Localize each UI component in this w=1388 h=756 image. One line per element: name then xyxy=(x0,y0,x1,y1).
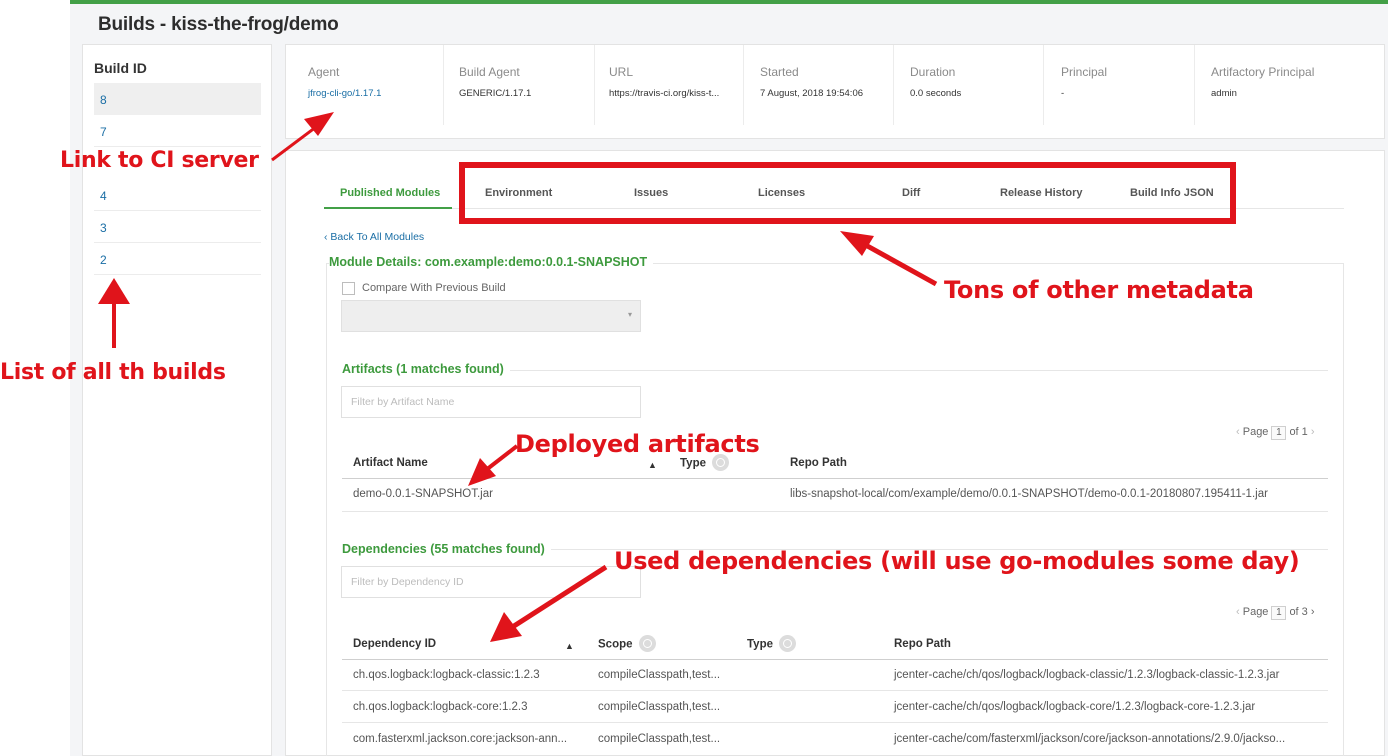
tab-environment[interactable]: Environment xyxy=(485,187,552,199)
col-dep-type-label: Type xyxy=(747,638,773,651)
compare-label: Compare With Previous Build xyxy=(362,282,506,294)
active-tab-underline xyxy=(324,207,452,209)
dependency-repo-path-cell: jcenter-cache/com/fasterxml/jackson/core… xyxy=(894,733,1286,745)
col-scope[interactable]: Scope xyxy=(598,635,656,653)
sort-asc-icon[interactable]: ▲ xyxy=(648,460,657,470)
info-duration: Duration 0.0 seconds xyxy=(910,45,1044,125)
info-label: Principal xyxy=(1061,65,1108,79)
pager-prefix: Page xyxy=(1242,426,1269,438)
filter-icon[interactable] xyxy=(779,635,796,652)
annotation-builds-list: List of all th builds xyxy=(0,360,226,385)
info-value: GENERIC/1.17.1 xyxy=(459,88,532,99)
page-number-input[interactable]: 1 xyxy=(1271,606,1287,620)
info-label: URL xyxy=(609,65,634,79)
next-page-icon[interactable]: › xyxy=(1311,606,1315,618)
prev-page-icon[interactable]: ‹ xyxy=(1236,606,1240,618)
artifact-repo-path-cell: libs-snapshot-local/com/example/demo/0.0… xyxy=(790,488,1268,500)
info-principal: Principal - xyxy=(1061,45,1195,125)
artifact-filter-input[interactable] xyxy=(341,386,641,418)
info-label: Agent xyxy=(308,65,340,79)
chevron-down-icon: ▾ xyxy=(627,310,632,319)
dependency-repo-path-cell: jcenter-cache/ch/qos/logback/logback-cla… xyxy=(894,669,1280,681)
dependency-filter-input[interactable] xyxy=(341,566,641,598)
info-value: - xyxy=(1061,88,1065,99)
pager-prefix: Page xyxy=(1242,606,1269,618)
dependency-id-cell: ch.qos.logback:logback-classic:1.2.3 xyxy=(353,669,540,681)
col-type-label: Type xyxy=(680,457,706,470)
table-header-line xyxy=(342,478,1328,479)
col-dep-repo-path[interactable]: Repo Path xyxy=(894,638,951,650)
annotation-metadata: Tons of other metadata xyxy=(944,276,1254,304)
annotation-dependencies: Used dependencies (will use go-modules s… xyxy=(614,547,1300,575)
sort-asc-icon[interactable]: ▲ xyxy=(565,641,574,651)
build-item-3[interactable]: 3 xyxy=(94,211,261,243)
dependencies-pager: ‹ Page 1 of 3 › xyxy=(1236,606,1315,620)
col-dependency-id[interactable]: Dependency ID xyxy=(353,638,436,650)
annotation-artifacts: Deployed artifacts xyxy=(515,430,760,458)
module-fieldset xyxy=(326,263,1344,756)
page-title: Builds - kiss-the-frog/demo xyxy=(98,14,339,35)
filter-icon[interactable] xyxy=(638,635,656,652)
col-artifact-name[interactable]: Artifact Name xyxy=(353,457,428,469)
annotation-ci-link: Link to CI server xyxy=(60,148,259,173)
info-build-agent: Build Agent GENERIC/1.17.1 xyxy=(459,45,595,125)
dependency-scope-cell: compileClasspath,test... xyxy=(598,701,721,713)
tab-diff[interactable]: Diff xyxy=(902,187,920,199)
back-to-modules-link[interactable]: ‹ Back To All Modules xyxy=(324,231,424,243)
module-details-card: Published Modules Environment Issues Lic… xyxy=(285,150,1385,756)
agent-link[interactable]: jfrog-cli-go/1.17.1 xyxy=(308,88,443,99)
prev-page-icon[interactable]: ‹ xyxy=(1236,426,1240,438)
build-item-8[interactable]: 8 xyxy=(94,83,261,115)
pager-suffix: of 1 xyxy=(1289,426,1308,438)
dependency-id-cell: ch.qos.logback:logback-core:1.2.3 xyxy=(353,701,528,713)
col-repo-path[interactable]: Repo Path xyxy=(790,457,847,469)
table-header-line xyxy=(342,659,1328,660)
module-details-title: Module Details: com.example:demo:0.0.1-S… xyxy=(329,255,654,269)
artifact-name-cell: demo-0.0.1-SNAPSHOT.jar xyxy=(353,488,493,500)
row-divider xyxy=(342,511,1328,512)
page-number-input[interactable]: 1 xyxy=(1271,426,1287,440)
next-page-icon[interactable]: › xyxy=(1311,426,1315,438)
info-agent: Agent jfrog-cli-go/1.17.1 xyxy=(308,45,444,125)
tab-licenses[interactable]: Licenses xyxy=(758,187,805,199)
dependency-repo-path-cell: jcenter-cache/ch/qos/logback/logback-cor… xyxy=(894,701,1256,713)
compare-checkbox[interactable] xyxy=(342,282,355,295)
compare-build-select[interactable]: ▾ xyxy=(341,300,641,332)
pager-suffix: of 3 xyxy=(1289,606,1308,618)
build-item-4[interactable]: 4 xyxy=(94,179,261,211)
tab-published-modules[interactable]: Published Modules xyxy=(340,187,440,199)
dependencies-title: Dependencies (55 matches found) xyxy=(342,542,551,556)
row-divider xyxy=(342,690,1328,691)
info-value: admin xyxy=(1211,88,1237,99)
row-divider xyxy=(342,722,1328,723)
info-url: URL https://travis-ci.org/kiss-t... xyxy=(609,45,744,125)
build-item-7[interactable]: 7 xyxy=(94,115,261,147)
build-id-heading: Build ID xyxy=(94,60,147,76)
build-item-2[interactable]: 2 xyxy=(94,243,261,275)
col-scope-label: Scope xyxy=(598,638,633,651)
info-label: Build Agent xyxy=(459,65,520,79)
dependency-scope-cell: compileClasspath,test... xyxy=(598,669,721,681)
tabs-divider xyxy=(324,208,1344,209)
dependency-scope-cell: compileClasspath,test... xyxy=(598,733,721,745)
col-dep-type[interactable]: Type xyxy=(747,635,796,653)
info-value: 7 August, 2018 19:54:06 xyxy=(760,88,864,99)
tab-issues[interactable]: Issues xyxy=(634,187,668,199)
build-info-card: Agent jfrog-cli-go/1.17.1 Build Agent GE… xyxy=(285,44,1385,139)
tab-release-history[interactable]: Release History xyxy=(1000,187,1083,199)
artifacts-title: Artifacts (1 matches found) xyxy=(342,362,510,376)
tab-build-info-json[interactable]: Build Info JSON xyxy=(1130,187,1214,199)
info-label: Started xyxy=(760,65,799,79)
artifacts-pager: ‹ Page 1 of 1 › xyxy=(1236,426,1315,440)
info-started: Started 7 August, 2018 19:54:06 xyxy=(760,45,894,125)
dependency-id-cell: com.fasterxml.jackson.core:jackson-ann..… xyxy=(353,733,568,745)
info-label: Artifactory Principal xyxy=(1211,65,1315,79)
info-value: 0.0 seconds xyxy=(910,88,962,99)
info-artifactory-principal: Artifactory Principal admin xyxy=(1211,45,1371,125)
ci-url[interactable]: https://travis-ci.org/kiss-t... xyxy=(609,88,743,99)
info-label: Duration xyxy=(910,65,956,79)
